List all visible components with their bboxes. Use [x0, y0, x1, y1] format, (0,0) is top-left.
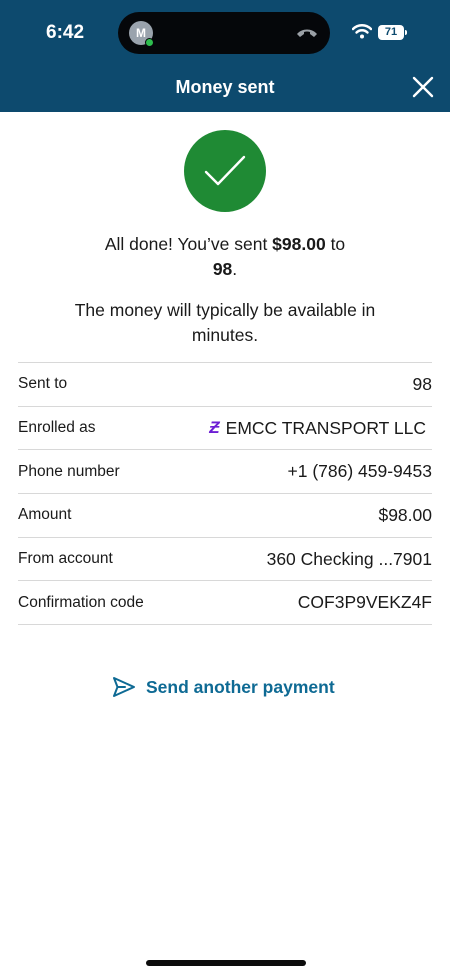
- battery-tip: [405, 30, 407, 35]
- detail-row-sent-to: Sent to 98: [18, 363, 432, 407]
- detail-row-amount: Amount $98.00: [18, 494, 432, 538]
- detail-label: From account: [18, 550, 113, 568]
- confirmation-amount: $98.00: [272, 234, 326, 254]
- close-button[interactable]: [408, 72, 438, 102]
- confirmation-period: .: [232, 259, 238, 279]
- detail-value: COF3P9VEKZ4F: [297, 592, 432, 613]
- detail-label: Phone number: [18, 462, 120, 480]
- page-title: Money sent: [175, 77, 275, 97]
- zelle-icon: Ƶ: [209, 418, 220, 438]
- send-another-label: Send another payment: [146, 676, 335, 697]
- status-time: 6:42: [46, 22, 85, 43]
- availability-message: The money will typically be available in…: [74, 300, 376, 345]
- call-active-dot: [145, 38, 154, 47]
- confirmation-recipient: 98: [212, 259, 233, 279]
- detail-value: EMCC TRANSPORT LLC: [225, 417, 426, 438]
- confirmation-suffix: to: [325, 234, 346, 254]
- send-another-payment-button[interactable]: Send another payment: [112, 676, 335, 698]
- checkmark-icon: [204, 155, 246, 186]
- detail-row-confirmation-code: Confirmation code COF3P9VEKZ4F: [18, 581, 432, 626]
- detail-label: Confirmation code: [18, 593, 144, 611]
- send-icon: [113, 677, 135, 697]
- success-badge: [184, 130, 266, 212]
- dynamic-island[interactable]: M: [118, 12, 330, 54]
- detail-label: Sent to: [18, 375, 68, 393]
- home-indicator[interactable]: [146, 960, 306, 966]
- close-icon: [412, 76, 434, 98]
- detail-value: +1 (786) 459-9453: [287, 461, 433, 482]
- app-header: 6:42 M 71 Money sent: [0, 0, 450, 112]
- detail-value: 360 Checking ...7901: [266, 548, 432, 569]
- detail-value-group: Ƶ EMCC TRANSPORT LLC: [209, 418, 432, 439]
- payment-details: Sent to 98 Enrolled as Ƶ EMCC TRANSPORT …: [18, 362, 433, 626]
- confirmation-message: All done! You’ve sent $98.00 to 98.: [60, 232, 390, 282]
- battery-indicator: 71: [378, 25, 404, 40]
- detail-label: Enrolled as: [18, 419, 96, 437]
- detail-value: $98.00: [378, 504, 432, 525]
- phone-hangup-icon: [297, 29, 317, 37]
- wifi-icon: [352, 24, 372, 39]
- detail-label: Amount: [18, 506, 72, 524]
- detail-value: 98: [412, 373, 432, 394]
- detail-row-phone: Phone number +1 (786) 459-9453: [18, 450, 433, 495]
- confirmation-prefix: All done! You’ve sent: [104, 234, 273, 254]
- detail-row-from-account: From account 360 Checking ...7901: [18, 538, 432, 582]
- detail-row-enrolled-as: Enrolled as Ƶ EMCC TRANSPORT LLC: [18, 407, 432, 451]
